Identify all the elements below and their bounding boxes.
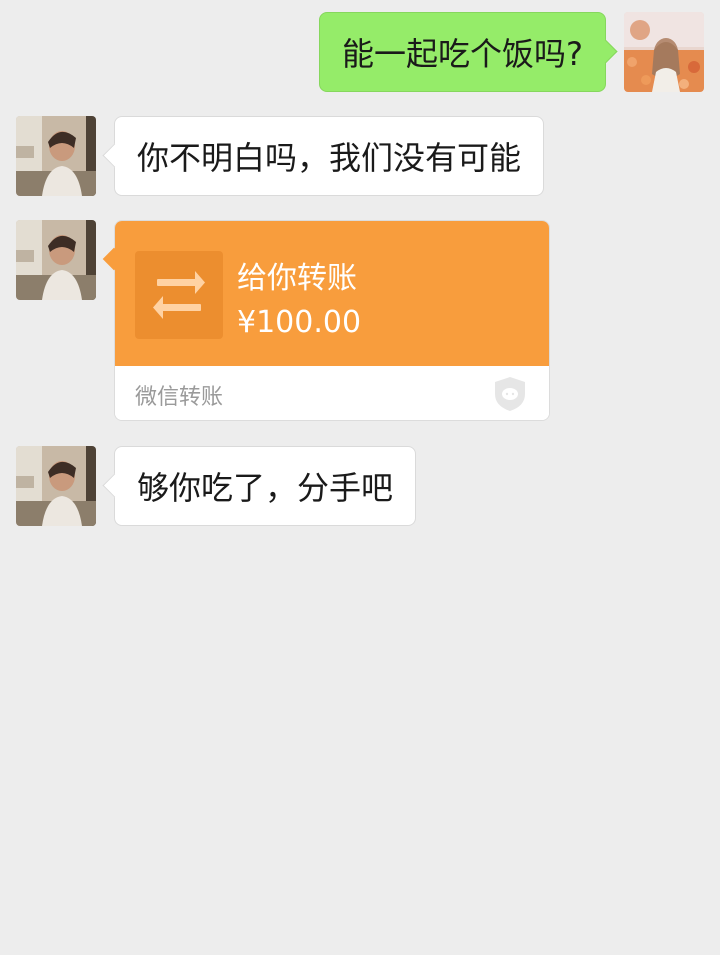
transfer-footer-label: 微信转账 <box>135 385 224 410</box>
message-bubble-outgoing[interactable]: 能一起吃个饭吗? <box>319 12 606 92</box>
message-bubble-incoming[interactable]: 你不明白吗，我们没有可能 <box>114 116 545 196</box>
transfer-arrows-icon <box>135 251 223 339</box>
transfer-card-header: 给你转账 ¥100.00 <box>115 221 549 366</box>
message-text: 够你吃了，分手吧 <box>137 469 394 507</box>
transfer-card-footer: 微信转账 <box>115 366 549 420</box>
transfer-message-card[interactable]: 给你转账 ¥100.00 微信转账 <box>114 220 550 421</box>
my-avatar[interactable] <box>624 12 704 92</box>
message-text: 能一起吃个饭吗? <box>342 35 583 73</box>
message-bubble-incoming[interactable]: 够你吃了，分手吧 <box>114 446 417 526</box>
message-text: 你不明白吗，我们没有可能 <box>137 139 522 177</box>
shield-icon <box>493 376 527 412</box>
contact-avatar[interactable] <box>16 446 96 526</box>
transfer-amount: ¥100.00 <box>237 305 362 340</box>
transfer-title: 给你转账 <box>237 261 357 296</box>
contact-avatar[interactable] <box>16 220 96 300</box>
contact-avatar[interactable] <box>16 116 96 196</box>
